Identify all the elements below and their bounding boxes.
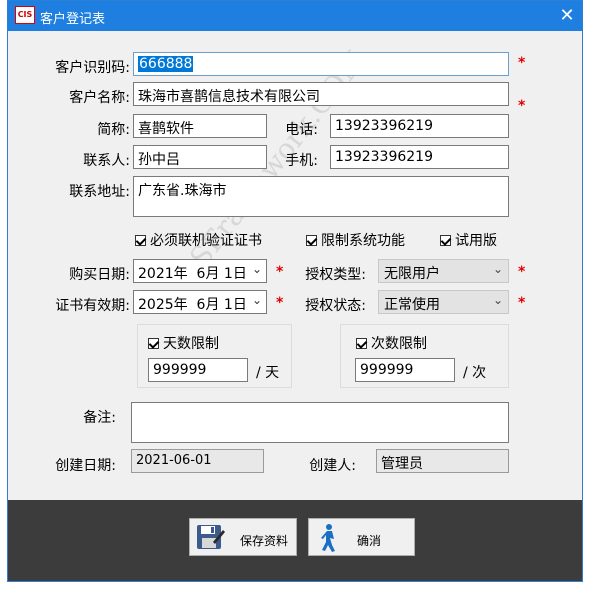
created-date-value: 2021-06-01: [131, 449, 264, 473]
online-verify-checkbox[interactable]: 必须联机验证证书: [135, 230, 262, 250]
created-by-value: 管理员: [376, 449, 509, 473]
date-value: 2021年 6月 1日: [138, 266, 247, 282]
customer-name-label: 客户名称:: [69, 90, 130, 106]
license-status-label: 授权状态:: [305, 298, 366, 314]
mobile-input[interactable]: 13923396219: [330, 145, 509, 169]
count-limit-checkbox[interactable]: 次数限制: [356, 333, 427, 353]
address-label: 联系地址:: [69, 184, 130, 200]
window-title: 客户登记表: [40, 12, 106, 27]
customer-id-input[interactable]: 666888: [133, 52, 509, 76]
count-unit: / 次: [463, 365, 487, 381]
days-limit-checkbox[interactable]: 天数限制: [148, 333, 219, 353]
license-type-value: 无限用户: [384, 266, 440, 282]
customer-id-label: 客户识别码:: [55, 60, 130, 76]
online-verify-label: 必须联机验证证书: [150, 233, 262, 249]
created-date-label: 创建日期:: [55, 458, 116, 474]
limit-features-checkbox[interactable]: 限制系统功能: [306, 230, 405, 250]
mobile-label: 手机:: [285, 153, 318, 169]
required-mark: *: [518, 264, 526, 280]
checkbox-checked-icon: [135, 234, 146, 246]
license-status-select[interactable]: 正常使用 ⌄: [378, 290, 509, 314]
required-mark: *: [276, 295, 284, 311]
purchase-date-picker[interactable]: 2021年 6月 1日 ⌄: [133, 259, 267, 283]
contact-label: 联系人:: [83, 153, 130, 169]
expiry-date-picker[interactable]: 2025年 6月 1日 ⌄: [133, 290, 267, 314]
count-limit-input[interactable]: 999999: [355, 358, 455, 382]
short-name-label: 简称:: [97, 122, 130, 138]
phone-input[interactable]: 13923396219: [330, 114, 509, 138]
notes-label: 备注:: [83, 410, 116, 426]
required-mark: *: [518, 55, 526, 71]
title-bar: CIS 客户登记表 ✕: [8, 1, 582, 31]
short-name-input[interactable]: 喜鹊软件: [133, 114, 267, 138]
required-mark: *: [518, 98, 526, 114]
checkbox-checked-icon: [148, 337, 159, 349]
required-mark: *: [276, 264, 284, 280]
checkbox-checked-icon: [440, 234, 451, 246]
days-limit-input[interactable]: 999999: [148, 358, 248, 382]
floppy-disk-icon: [195, 522, 225, 555]
trial-checkbox[interactable]: 试用版: [440, 230, 497, 250]
cancel-button-label: 确消: [357, 534, 382, 548]
count-limit-label: 次数限制: [371, 336, 427, 352]
required-mark: *: [518, 295, 526, 311]
days-unit: / 天: [256, 365, 280, 381]
customer-id-value: 666888: [138, 56, 194, 72]
chevron-down-icon: ⌄: [251, 262, 262, 276]
checkbox-checked-icon: [306, 234, 317, 246]
notes-input[interactable]: [131, 402, 509, 443]
checkbox-checked-icon: [356, 337, 367, 349]
chevron-down-icon: ⌄: [251, 293, 262, 307]
limit-features-label: 限制系统功能: [321, 233, 405, 249]
license-type-label: 授权类型:: [305, 267, 366, 283]
save-button[interactable]: 保存资料: [189, 518, 297, 556]
days-limit-label: 天数限制: [163, 336, 219, 352]
license-status-value: 正常使用: [384, 297, 440, 313]
save-button-label: 保存资料: [240, 534, 289, 548]
chevron-down-icon: ⌄: [492, 262, 503, 276]
license-type-select[interactable]: 无限用户 ⌄: [378, 259, 509, 283]
trial-label: 试用版: [455, 233, 497, 249]
address-input[interactable]: 广东省.珠海市: [133, 176, 509, 217]
app-icon: CIS: [15, 6, 35, 24]
phone-label: 电话:: [285, 122, 318, 138]
close-icon[interactable]: ✕: [554, 3, 580, 29]
customer-name-input[interactable]: 珠海市喜鹊信息技术有限公司: [133, 82, 509, 106]
purchase-date-label: 购买日期:: [69, 267, 130, 283]
date-value: 2025年 6月 1日: [138, 297, 247, 313]
created-by-label: 创建人:: [309, 458, 356, 474]
expiry-date-label: 证书有效期:: [55, 298, 130, 314]
cancel-button[interactable]: 确消: [308, 518, 415, 556]
chevron-down-icon: ⌄: [492, 293, 503, 307]
contact-input[interactable]: 孙中吕: [133, 145, 267, 169]
walking-person-icon: [317, 523, 341, 556]
